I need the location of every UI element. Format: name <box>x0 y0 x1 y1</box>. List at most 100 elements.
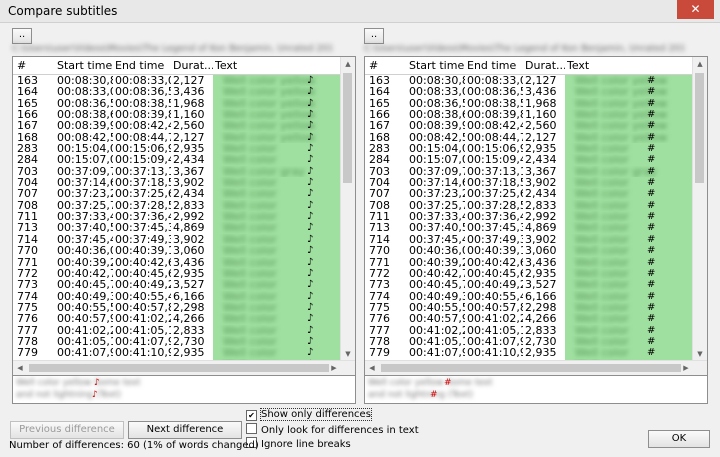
scroll-left-icon[interactable]: ◀ <box>365 361 379 375</box>
diff-marker-icon: # <box>647 279 656 291</box>
cell-start-time: 00:08:42,589 <box>409 131 465 143</box>
cell-end-time: 00:37:13,128 <box>467 165 523 177</box>
cell-start-time: 00:40:49,314 <box>57 290 113 302</box>
col-text-header[interactable]: Text <box>215 57 295 74</box>
cell-end-time: 00:15:06,972 <box>467 143 523 155</box>
previous-difference-button[interactable]: Previous difference <box>10 421 124 439</box>
cell-text: Well color ♪ <box>213 290 341 302</box>
next-difference-button[interactable]: Next difference <box>128 421 242 439</box>
right-vertical-scrollbar[interactable]: ▲ ▼ <box>692 57 707 375</box>
col-end-header[interactable]: End time <box>115 57 171 74</box>
cell-text-value: Well color <box>223 233 277 245</box>
scroll-left-icon[interactable]: ◀ <box>13 361 27 375</box>
checkbox-checked-icon[interactable]: ✔ <box>246 410 257 421</box>
cell-duration: 3,060 <box>173 245 205 257</box>
scroll-right-icon[interactable]: ▶ <box>327 361 341 375</box>
diff-marker-icon: ♪ <box>307 313 314 325</box>
diff-marker-icon: # <box>647 177 656 189</box>
cell-duration: 2,434 <box>173 154 205 166</box>
cell-text: Well color ♪ <box>213 267 341 280</box>
cell-end-time: 00:41:07,926 <box>467 335 523 347</box>
cell-duration: 3,060 <box>525 245 557 257</box>
col-end-header[interactable]: End time <box>467 57 523 74</box>
cell-number: 770 <box>369 245 390 257</box>
cell-start-time: 00:40:55,587 <box>57 301 113 313</box>
cell-number: 163 <box>17 75 38 86</box>
scroll-thumb[interactable] <box>695 73 704 183</box>
hscroll-thumb[interactable] <box>29 364 329 372</box>
cell-number: 777 <box>369 324 390 336</box>
right-browse-button[interactable]: .. <box>364 28 384 44</box>
right-horizontal-scrollbar[interactable]: ◀ ▶ <box>365 360 707 375</box>
preview-line: Well color yellow Some text # <box>368 378 493 388</box>
col-number-header[interactable]: # <box>369 57 407 74</box>
scroll-down-icon[interactable]: ▼ <box>693 347 707 361</box>
cell-number: 165 <box>369 97 390 109</box>
scroll-down-icon[interactable]: ▼ <box>341 347 355 361</box>
col-number-header[interactable]: # <box>17 57 55 74</box>
cell-number: 164 <box>17 86 38 98</box>
cell-end-time: 00:37:36,477 <box>115 211 171 223</box>
right-subtitle-grid[interactable]: # Start time End time Durat... Text 163 0… <box>364 56 708 376</box>
scroll-right-icon[interactable]: ▶ <box>679 361 693 375</box>
cell-end-time: 00:37:18,535 <box>115 177 171 189</box>
diff-marker-icon: ♪ <box>307 177 314 189</box>
col-text-header[interactable]: Text <box>567 57 647 74</box>
cell-text: Well color yellow ♪ <box>213 131 341 144</box>
cell-duration: 3,527 <box>525 279 557 291</box>
cell-start-time: 00:37:25,744 <box>57 199 113 211</box>
scroll-up-icon[interactable]: ▲ <box>341 57 355 71</box>
diff-marker-icon: ♪ <box>307 335 314 347</box>
cell-text-value: Well color <box>223 211 277 223</box>
cell-end-time: 00:37:25,675 <box>115 188 171 200</box>
cell-duration: 2,935 <box>525 143 557 155</box>
cell-start-time: 00:08:33,079 <box>57 86 113 98</box>
only-text-checkbox[interactable]: Only look for differences in text <box>246 423 419 437</box>
cell-text-value: Well color <box>223 188 277 200</box>
diff-marker-icon: ♪ <box>307 267 314 279</box>
scroll-thumb[interactable] <box>343 73 352 183</box>
left-subtitle-grid[interactable]: # Start time End time Durat... Text 163 0… <box>12 56 356 376</box>
left-vertical-scrollbar[interactable]: ▲ ▼ <box>340 57 355 375</box>
show-only-differences-checkbox[interactable]: ✔ Show only differences <box>246 408 372 421</box>
cell-start-time: 00:40:39,204 <box>57 256 113 268</box>
cell-text-value: Well color <box>575 324 629 336</box>
scroll-up-icon[interactable]: ▲ <box>693 57 707 71</box>
cell-text: Well color # <box>565 279 693 291</box>
close-button[interactable]: ✕ <box>677 0 714 19</box>
diff-marker-icon: # <box>430 390 438 400</box>
ignore-line-breaks-checkbox[interactable]: Ignore line breaks <box>246 437 351 451</box>
cell-duration: 1,968 <box>173 97 205 109</box>
cell-number: 778 <box>17 335 38 347</box>
preview-line-text: Well color yellow Some text <box>368 378 493 388</box>
cell-text: Well color # <box>565 324 693 336</box>
right-file-path: C:\Users\user\Videos\Movies\The Legend o… <box>364 44 684 54</box>
cell-text-value: Well color <box>223 177 277 189</box>
left-horizontal-scrollbar[interactable]: ◀ ▶ <box>13 360 355 375</box>
cell-end-time: 00:40:55,480 <box>467 290 523 302</box>
diff-marker-icon: ♪ <box>307 120 314 132</box>
checkbox-unchecked-icon[interactable] <box>246 423 257 434</box>
col-start-header[interactable]: Start time <box>409 57 465 74</box>
cell-start-time: 00:41:05,196 <box>57 335 113 347</box>
cell-start-time: 00:41:02,293 <box>409 324 465 336</box>
cell-end-time: 00:40:49,237 <box>115 279 171 291</box>
col-duration-header[interactable]: Durat... <box>525 57 565 74</box>
right-text-preview[interactable]: Well color yellow Some text # and not lig… <box>364 375 708 404</box>
cell-end-time: 00:15:09,474 <box>115 154 171 166</box>
left-text-preview[interactable]: Well color yellow Some text ♪ and not lig… <box>12 375 356 404</box>
cell-end-time: 00:40:39,127 <box>467 245 523 257</box>
diff-marker-icon: ♪ <box>307 301 314 313</box>
cell-text: Well color # <box>565 256 693 268</box>
ok-button[interactable]: OK <box>648 430 710 448</box>
col-start-header[interactable]: Start time <box>57 57 113 74</box>
left-browse-button[interactable]: .. <box>12 28 32 44</box>
diff-marker-icon: # <box>647 233 656 245</box>
cell-duration: 2,935 <box>525 267 557 279</box>
diff-marker-icon: ♪ <box>307 290 314 302</box>
cell-text: Well color # <box>565 313 693 325</box>
cell-duration: 3,902 <box>525 233 557 245</box>
cell-end-time: 00:15:09,474 <box>467 154 523 166</box>
hscroll-thumb[interactable] <box>381 364 681 372</box>
col-duration-header[interactable]: Durat... <box>173 57 213 74</box>
